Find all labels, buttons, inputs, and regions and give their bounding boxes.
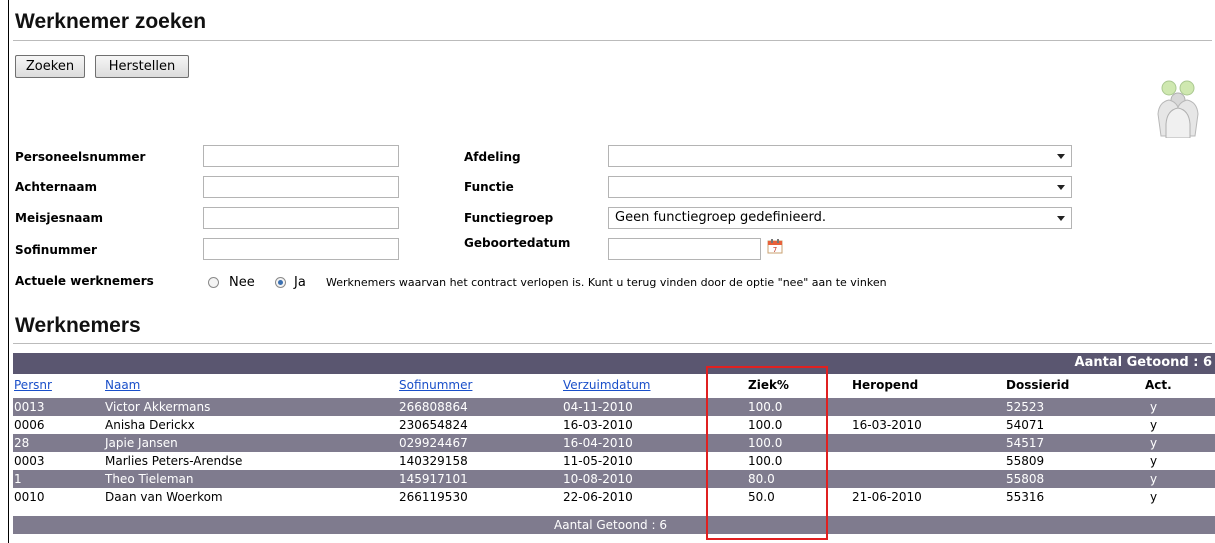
cell-act[interactable]: y [1150,472,1157,486]
cell-verzuimdatum: 11-05-2010 [563,454,633,468]
cell-act[interactable]: y [1150,490,1157,504]
cell-act[interactable]: y [1150,418,1157,432]
personeelsnummer-label: Personeelsnummer [15,150,146,164]
count-header: Aantal Getoond : 6 [1074,355,1212,370]
afdeling-label: Afdeling [464,150,521,164]
cell-naam: Daan van Woerkom [105,490,223,504]
cell-sofinummer: 230654824 [399,418,468,432]
reset-button[interactable]: Herstellen [95,55,189,78]
cell-persnr: 28 [14,436,30,450]
cell-persnr: 0013 [14,400,45,414]
actueel-note: Werknemers waarvan het contract verlopen… [326,276,887,289]
title-divider [13,40,1212,41]
cell-heropend: 16-03-2010 [852,418,922,432]
column-header-persnr[interactable]: Persnr [14,378,52,392]
column-header-sofinummer[interactable]: Sofinummer [399,378,472,392]
cell-naam: Anisha Derickx [105,418,195,432]
sofinummer-label: Sofinummer [15,243,97,257]
table-row[interactable]: 0013 Victor Akkermans 266808864 04-11-2010 1… [13,398,1215,416]
column-header-heropend: Heropend [852,378,919,392]
cell-persnr: 1 [14,472,22,486]
cell-persnr: 0010 [14,490,45,504]
cell-persnr: 0006 [14,418,45,432]
sofinummer-input[interactable] [203,238,399,260]
results-title: Werknemers [15,314,141,337]
cell-verzuimdatum: 16-04-2010 [563,436,633,450]
cell-dossierid: 54071 [1006,418,1045,432]
radio-nee-label: Nee [229,275,255,290]
column-header-act: Act. [1145,378,1172,392]
svg-text:7: 7 [773,246,777,254]
cell-sofinummer: 266119530 [399,490,468,504]
cell-persnr: 0003 [14,454,45,468]
chevron-down-icon [1057,154,1065,159]
column-header-dossierid: Dossierid [1006,378,1070,392]
radio-ja-label: Ja [294,275,306,290]
table-row[interactable]: 28 Japie Jansen 029924467 16-04-2010 100.0 54… [13,434,1215,452]
cell-sofinummer: 145917101 [399,472,468,486]
radio-ja[interactable] [275,277,286,288]
geboortedatum-input[interactable] [608,238,761,260]
afdeling-select[interactable] [608,145,1072,167]
table-row[interactable]: 0003 Marlies Peters-Arendse 140329158 11-05… [13,452,1215,470]
table-header-bar: Aantal Getoond : 6 [13,353,1215,374]
achternaam-input[interactable] [203,176,399,198]
search-button[interactable]: Zoeken [15,55,85,78]
ziek-column-highlight [706,366,828,540]
geboortedatum-label: Geboortedatum [464,236,571,250]
cell-dossierid: 55316 [1006,490,1045,504]
chevron-down-icon [1057,185,1065,190]
table-row[interactable]: 0010 Daan van Woerkom 266119530 22-06-2010 5… [13,488,1215,506]
cell-naam: Marlies Peters-Arendse [105,454,243,468]
chevron-down-icon [1057,216,1065,221]
functiegroep-select[interactable]: Geen functiegroep gedefinieerd. [608,207,1072,229]
meisjesnaam-label: Meisjesnaam [15,211,103,225]
achternaam-label: Achternaam [15,180,97,194]
table-row[interactable]: 1 Theo Tieleman 145917101 10-08-2010 80.0 558… [13,470,1215,488]
count-footer: Aantal Getoond : 6 [554,518,667,532]
cell-naam: Japie Jansen [105,436,178,450]
functiegroep-select-value: Geen functiegroep gedefinieerd. [615,210,827,225]
cell-act[interactable]: y [1150,400,1157,414]
cell-verzuimdatum: 16-03-2010 [563,418,633,432]
functie-select[interactable] [608,176,1072,198]
cell-dossierid: 52523 [1006,400,1045,414]
personeelsnummer-input[interactable] [203,145,399,167]
actuele-werknemers-label: Actuele werknemers [15,274,154,288]
cell-heropend: 21-06-2010 [852,490,922,504]
table-footer-bar: Aantal Getoond : 6 [13,516,1215,534]
cell-verzuimdatum: 04-11-2010 [563,400,633,414]
cell-naam: Theo Tieleman [105,472,194,486]
functie-label: Functie [464,180,514,194]
table-row[interactable]: 0006 Anisha Derickx 230654824 16-03-2010 100… [13,416,1215,434]
cell-act[interactable]: y [1150,454,1157,468]
cell-sofinummer: 029924467 [399,436,468,450]
people-group-icon [1157,80,1199,138]
cell-act[interactable]: y [1150,436,1157,450]
cell-sofinummer: 140329158 [399,454,468,468]
meisjesnaam-input[interactable] [203,207,399,229]
page-title: Werknemer zoeken [15,10,207,33]
calendar-icon[interactable]: 7 [767,238,783,254]
cell-naam: Victor Akkermans [105,400,211,414]
cell-verzuimdatum: 10-08-2010 [563,472,633,486]
cell-dossierid: 55808 [1006,472,1045,486]
column-header-naam[interactable]: Naam [105,378,140,392]
radio-nee[interactable] [208,277,219,288]
cell-verzuimdatum: 22-06-2010 [563,490,633,504]
functiegroep-label: Functiegroep [464,211,554,225]
cell-dossierid: 55809 [1006,454,1045,468]
results-divider [13,343,1212,344]
cell-dossierid: 54517 [1006,436,1045,450]
column-header-verzuimdatum[interactable]: Verzuimdatum [563,378,651,392]
cell-sofinummer: 266808864 [399,400,468,414]
